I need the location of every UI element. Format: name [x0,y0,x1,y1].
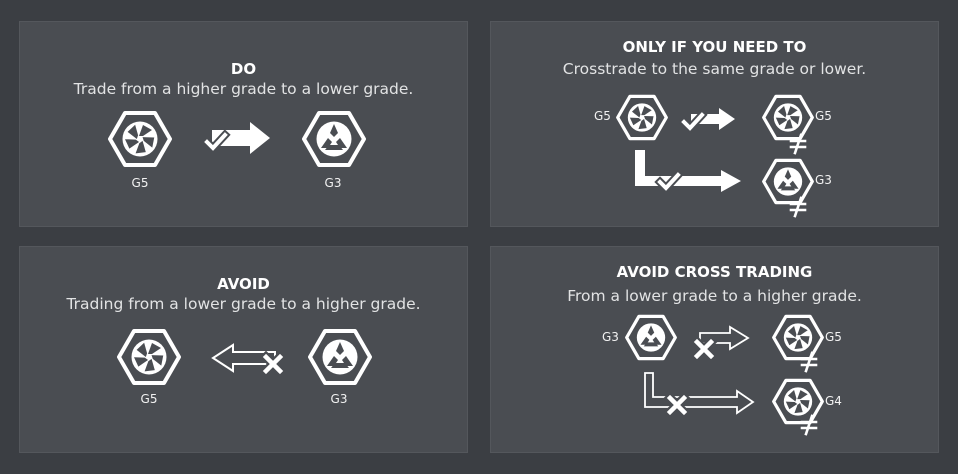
not-equal-icon [800,351,818,373]
panel-title: AVOID [217,275,270,293]
panel-avoid-cross-trading: AVOID CROSS TRADING From a lower grade t… [490,246,939,453]
g3-triangle-hexagon-icon [308,329,372,385]
not-equal-icon [789,196,807,218]
arrow-right-icon [679,108,735,136]
grade-label-from: G5 [131,176,149,190]
cross-icon [266,357,280,371]
grade-label-source: G3 [602,330,619,344]
g3-triangle-hexagon-icon [302,111,366,167]
panel-subtitle: Trade from a higher grade to a lower gra… [73,80,414,98]
grade-label-target-a: G5 [815,109,832,123]
panel-avoid: AVOID Trading from a lower grade to a hi… [19,246,468,453]
grade-label-right: G3 [330,392,348,406]
cross-icon [670,398,684,412]
arrow-right-icon [198,122,270,154]
panel-subtitle: Trading from a lower grade to a higher g… [66,295,421,313]
g5-pinwheel-hexagon-icon [117,329,181,385]
panel-subtitle: From a lower grade to a higher grade. [567,287,862,305]
elbow-arrow-icon [635,150,741,192]
panel-title: DO [230,60,257,78]
arrow-left-outline-icon [211,343,289,376]
grade-label-target-b: G4 [825,394,842,408]
elbow-arrow-outline-icon [644,372,755,419]
panel-title: AVOID CROSS TRADING [616,263,813,281]
grade-label-left: G5 [140,392,158,406]
not-equal-icon [789,133,807,155]
panel-subtitle: Crosstrade to the same grade or lower. [562,60,867,78]
grade-label-target-b: G3 [815,173,832,187]
panel-title: ONLY IF YOU NEED TO [622,38,807,56]
grade-label-target-a: G5 [825,330,842,344]
panel-do: DO Trade from a higher grade to a lower … [19,21,468,227]
cross-icon [697,342,711,356]
panel-only-if-needed: ONLY IF YOU NEED TO Crosstrade to the sa… [490,21,939,227]
arrow-right-outline-icon [690,325,750,359]
g5-pinwheel-hexagon-icon [616,94,668,141]
grade-label-source: G5 [594,109,611,123]
not-equal-icon [800,414,818,436]
g5-pinwheel-hexagon-icon [108,111,172,167]
grade-label-to: G3 [324,176,342,190]
g3-triangle-hexagon-icon [625,314,677,361]
